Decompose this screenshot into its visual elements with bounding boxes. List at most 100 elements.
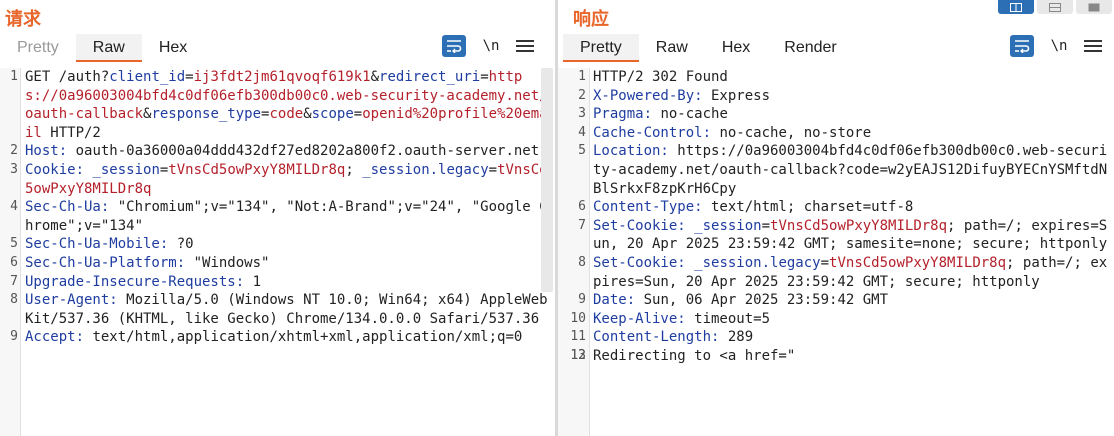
header-name: Content-Type:	[593, 199, 703, 216]
code-line[interactable]: 7 Upgrade-Insecure-Requests: 1	[10, 273, 555, 292]
header-name: _session.legacy	[362, 161, 489, 178]
code-line[interactable]: 8 User-Agent: Mozilla/5.0 (Windows NT 10.…	[10, 291, 555, 328]
code-text: =	[185, 69, 194, 85]
response-tab-pretty[interactable]: Pretty	[563, 34, 639, 62]
response-pane: 响应 Pretty Raw Hex Render \n 1 HTTP/2 302 …	[558, 0, 1114, 436]
code-text: HTTP/2 302 Found	[593, 69, 728, 85]
code-line[interactable]: 1 HTTP/2 302 Found	[578, 68, 1114, 87]
line-number: 13	[570, 347, 586, 363]
code-text: =	[488, 161, 498, 178]
code-text: 1	[244, 273, 262, 290]
response-editor[interactable]: 1 HTTP/2 302 Found 2 X-Powered-By: Express 3…	[558, 68, 1114, 436]
word-wrap-icon[interactable]	[442, 35, 466, 57]
code-line[interactable]: 6 Sec-Ch-Ua-Platform: "Windows"	[10, 254, 555, 273]
line-number: 4	[10, 199, 18, 215]
code-line[interactable]: 8 Set-Cookie: _session.legacy=tVnsCd5owPx…	[578, 254, 1114, 291]
code-line[interactable]: 9 Date: Sun, 06 Apr 2025 23:59:42 GMT	[578, 291, 1114, 310]
split-vertical-icon[interactable]	[1037, 0, 1073, 14]
line-number: 3	[578, 106, 586, 122]
response-toolbar: \n	[1010, 35, 1102, 57]
line-number: 10	[570, 310, 586, 326]
header-name: Keep-Alive:	[593, 310, 686, 327]
request-tab-hex[interactable]: Hex	[142, 34, 204, 62]
single-pane-icon[interactable]	[1076, 0, 1112, 14]
param-value: ij3fdt2jm61qvoqf619k1	[193, 69, 371, 85]
response-tab-hex[interactable]: Hex	[705, 34, 767, 62]
request-code[interactable]: 1 GET /auth?client_id=ij3fdt2jm61qvoqf619…	[10, 68, 555, 347]
line-number: 2	[578, 87, 586, 103]
code-text: Sun, 06 Apr 2025 23:59:42 GMT	[635, 292, 889, 309]
code-text: =	[820, 254, 830, 271]
code-line[interactable]: 6 Content-Type: text/html; charset=utf-8	[578, 198, 1114, 217]
code-line[interactable]: 2 X-Powered-By: Express	[578, 87, 1114, 106]
header-name: Sec-Ch-Ua-Mobile:	[25, 236, 169, 253]
code-line[interactable]: 3 Pragma: no-cache	[578, 105, 1114, 124]
param-value: tVnsCd5owPxyY8MILDr8q	[829, 254, 1007, 271]
header-name: Upgrade-Insecure-Requests:	[25, 273, 245, 290]
code-line[interactable]: 11 Content-Length: 289	[570, 328, 1114, 347]
request-tab-raw[interactable]: Raw	[75, 34, 142, 62]
code-line[interactable]: 13 Redirecting to <a href="	[570, 347, 1114, 366]
header-name: _session	[694, 217, 762, 234]
hamburger-menu-icon[interactable]	[516, 40, 534, 52]
code-text: "Windows"	[185, 254, 270, 271]
code-text: HTTP/2	[41, 124, 101, 141]
header-name: Sec-Ch-Ua:	[25, 199, 110, 216]
code-text: =	[353, 106, 363, 123]
line-number: 8	[578, 254, 586, 270]
line-number: 2	[10, 143, 18, 159]
header-name: Location:	[593, 143, 669, 160]
request-pane: 请求 Pretty Raw Hex \n 1 GET /auth?client_i…	[0, 0, 555, 436]
show-newlines-button[interactable]: \n	[1048, 38, 1070, 54]
request-tab-pretty[interactable]: Pretty	[0, 34, 76, 62]
line-number: 7	[10, 273, 18, 289]
code-line[interactable]: 10 Keep-Alive: timeout=5	[570, 310, 1114, 329]
response-code[interactable]: 1 HTTP/2 302 Found 2 X-Powered-By: Express 3…	[570, 68, 1114, 366]
line-number: 5	[10, 236, 18, 252]
request-toolbar: \n	[442, 35, 534, 57]
hamburger-menu-icon[interactable]	[1084, 40, 1102, 52]
request-tabs: Pretty Raw Hex	[0, 34, 204, 62]
code-line[interactable]: 2 Host: oauth-0a36000a04ddd432df27ed8202a…	[10, 142, 555, 161]
code-line[interactable]: 4 Cache-Control: no-cache, no-store	[578, 124, 1114, 143]
code-line[interactable]: 5 Location: https://0a96003004bfd4c0df06e…	[578, 142, 1114, 198]
code-text: timeout=5	[685, 310, 771, 327]
header-name: Date:	[593, 292, 636, 309]
header-name: Sec-Ch-Ua-Platform:	[25, 254, 186, 271]
request-scrollbar[interactable]	[541, 68, 553, 292]
line-number: 4	[578, 124, 586, 140]
param-value: tVnsCd5owPxyY8MILDr8q	[168, 161, 346, 178]
param-value: code	[269, 106, 304, 123]
header-name: X-Powered-By:	[593, 87, 703, 104]
header-name: User-Agent:	[25, 292, 118, 309]
header-name: Pragma:	[593, 106, 653, 123]
response-tab-render[interactable]: Render	[767, 34, 853, 62]
response-tab-raw[interactable]: Raw	[639, 34, 705, 62]
request-title: 请求	[5, 9, 41, 30]
header-name: client_id	[109, 69, 186, 85]
code-line[interactable]: 5 Sec-Ch-Ua-Mobile: ?0	[10, 235, 555, 254]
header-name: response_type	[151, 106, 262, 123]
header-name: Cache-Control:	[593, 124, 712, 141]
show-newlines-button[interactable]: \n	[480, 38, 502, 54]
code-line[interactable]: 9 Accept: text/html,application/xhtml+xml…	[10, 328, 555, 347]
code-line[interactable]: 1 GET /auth?client_id=ij3fdt2jm61qvoqf619…	[10, 68, 555, 142]
code-line[interactable]: 4 Sec-Ch-Ua: "Chromium";v="134", "Not:A-B…	[10, 198, 555, 235]
header-name: Set-Cookie:	[593, 254, 686, 271]
code-text: GET /auth?	[25, 69, 110, 85]
code-line[interactable]: 7 Set-Cookie: _session=tVnsCd5owPxyY8MILD…	[578, 217, 1114, 254]
header-name: _session	[92, 161, 160, 178]
line-number: 5	[578, 143, 586, 159]
code-text: ;	[345, 161, 363, 178]
line-number: 6	[578, 199, 586, 215]
word-wrap-icon[interactable]	[1010, 35, 1034, 57]
header-name: Set-Cookie:	[593, 217, 686, 234]
header-name: Host:	[25, 143, 68, 160]
response-tabs: Pretty Raw Hex Render	[563, 34, 854, 62]
code-line[interactable]: 3 Cookie: _session = tVnsCd5owPxyY8MILDr8q;…	[10, 161, 555, 198]
request-editor[interactable]: 1 GET /auth?client_id=ij3fdt2jm61qvoqf619…	[0, 68, 555, 436]
split-horizontal-icon[interactable]	[998, 0, 1034, 14]
line-number: 11	[570, 329, 586, 345]
